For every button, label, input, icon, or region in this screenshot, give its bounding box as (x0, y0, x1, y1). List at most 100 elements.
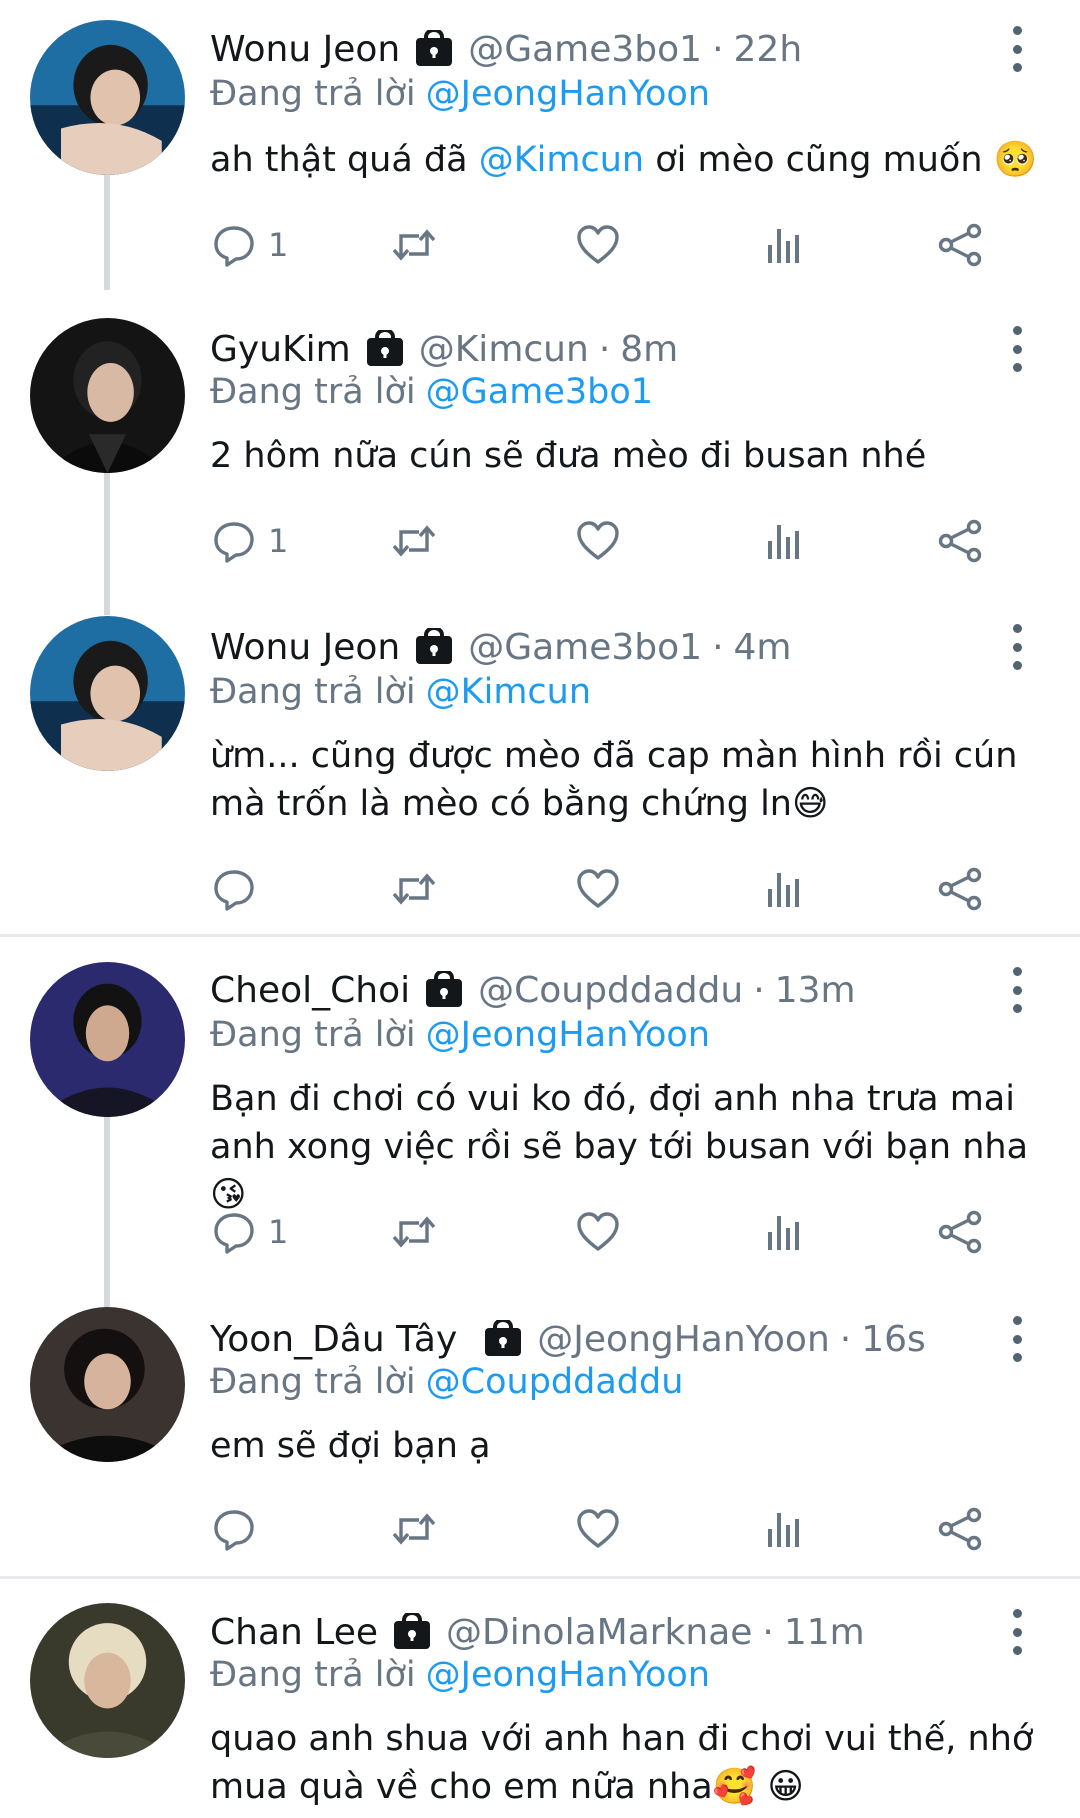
lock-icon (394, 1613, 430, 1649)
views-button[interactable] (760, 1502, 808, 1556)
like-button[interactable] (574, 1205, 622, 1259)
views-button[interactable] (760, 218, 808, 272)
tweet[interactable]: Cheol_Choi @Coupddaddu · 13m Đang trả lờ… (0, 937, 1080, 1282)
retweet-button[interactable] (390, 1502, 438, 1556)
reply-button[interactable] (210, 1502, 268, 1556)
timestamp[interactable]: 16s (861, 1319, 926, 1360)
reply-mention[interactable]: @Game3bo1 (426, 372, 653, 412)
share-button[interactable] (936, 862, 984, 916)
replying-to: Đang trả lời @Game3bo1 (210, 372, 653, 412)
user-handle[interactable]: @DinolaMarknae (446, 1612, 752, 1653)
separator: · (762, 1611, 774, 1653)
more-vertical-icon[interactable] (1006, 326, 1028, 372)
replying-to: Đang trả lời @JeongHanYoon (210, 74, 710, 114)
tweet[interactable]: Chan Lee @DinolaMarknae · 11m Đang trả l… (0, 1579, 1080, 1818)
separator: · (712, 626, 724, 668)
replying-label: Đang trả lời (210, 672, 416, 712)
timestamp[interactable]: 8m (620, 329, 678, 370)
share-button[interactable] (936, 218, 984, 272)
user-handle[interactable]: @Coupddaddu (478, 970, 743, 1011)
reply-icon (214, 522, 254, 563)
views-button[interactable] (760, 514, 808, 568)
avatar[interactable] (30, 1603, 185, 1758)
tweet[interactable]: GyuKim @Kimcun · 8m Đang trả lời @Game3bo… (0, 300, 1080, 600)
more-vertical-icon[interactable] (1006, 624, 1028, 670)
lock-icon (416, 30, 453, 66)
share-button[interactable] (936, 1205, 984, 1259)
heart-icon (577, 1212, 619, 1251)
reply-mention[interactable]: @Coupddaddu (426, 1362, 684, 1402)
tweet[interactable]: Wonu Jeon @Game3bo1 · 4m Đang trả lời @Ki… (0, 600, 1080, 935)
reply-button[interactable]: 1 (210, 1205, 288, 1259)
share-icon (938, 1210, 982, 1254)
tweet[interactable]: Yoon_Dâu Tây @JeongHanYoon · 16s Đang tr… (0, 1282, 1080, 1577)
reply-button[interactable]: 1 (210, 218, 288, 272)
reply-mention[interactable]: @JeongHanYoon (426, 74, 710, 114)
retweet-button[interactable] (390, 1205, 438, 1259)
replying-label: Đang trả lời (210, 1362, 416, 1402)
replying-to: Đang trả lời @JeongHanYoon (210, 1655, 710, 1695)
like-button[interactable] (574, 862, 622, 916)
reply-mention[interactable]: @Kimcun (426, 672, 591, 712)
tweet-header: Cheol_Choi @Coupddaddu · 13m (210, 967, 856, 1013)
timestamp[interactable]: 4m (734, 627, 792, 668)
heart-icon (577, 225, 619, 264)
tweet-text: ah thật quá đã @Kimcun ơi mèo cũng muốn … (210, 136, 1050, 184)
tweet-header: Wonu Jeon @Game3bo1 · 22h (210, 26, 802, 72)
timestamp[interactable]: 11m (784, 1612, 865, 1653)
tweet-text: em sẽ đợi bạn ạ (210, 1426, 491, 1466)
like-button[interactable] (574, 1502, 622, 1556)
display-name[interactable]: Chan Lee (210, 1612, 378, 1653)
share-icon (938, 867, 982, 911)
retweet-button[interactable] (390, 218, 438, 272)
reply-button[interactable] (210, 862, 268, 916)
heart-icon (577, 521, 619, 560)
more-vertical-icon[interactable] (1006, 1316, 1028, 1362)
tweet-header: Yoon_Dâu Tây @JeongHanYoon · 16s (210, 1316, 926, 1362)
more-vertical-icon[interactable] (1006, 26, 1028, 72)
lock-icon (485, 1320, 522, 1356)
more-vertical-icon[interactable] (1006, 967, 1028, 1013)
avatar[interactable] (30, 20, 185, 175)
reply-mention[interactable]: @JeongHanYoon (426, 1015, 710, 1055)
replying-label: Đang trả lời (210, 372, 416, 412)
avatar[interactable] (30, 318, 185, 473)
display-name[interactable]: Wonu Jeon (210, 627, 400, 668)
share-button[interactable] (936, 514, 984, 568)
separator: · (712, 28, 724, 70)
tweet[interactable]: Wonu Jeon @Game3bo1 · 22h Đang trả lời @J… (0, 0, 1080, 300)
action-bar (210, 1502, 1030, 1556)
display-name[interactable]: GyuKim (210, 329, 351, 370)
tweet-text: ừm... cũng được mèo đã cap màn hình rồi … (210, 736, 1018, 824)
retweet-button[interactable] (390, 514, 438, 568)
separator: · (753, 969, 765, 1011)
replying-to: Đang trả lời @JeongHanYoon (210, 1015, 710, 1055)
views-button[interactable] (760, 1205, 808, 1259)
views-button[interactable] (760, 862, 808, 916)
avatar[interactable] (30, 1307, 185, 1462)
share-button[interactable] (936, 1502, 984, 1556)
replying-to: Đang trả lời @Kimcun (210, 672, 591, 712)
display-name[interactable]: Wonu Jeon (210, 29, 400, 70)
text-mention[interactable]: @Kimcun (479, 140, 644, 180)
user-handle[interactable]: @Kimcun (419, 329, 589, 370)
display-name[interactable]: Cheol_Choi (210, 970, 410, 1011)
user-handle[interactable]: @Game3bo1 (468, 29, 702, 70)
retweet-button[interactable] (390, 862, 438, 916)
analytics-icon (768, 873, 799, 907)
reply-mention[interactable]: @JeongHanYoon (426, 1655, 710, 1695)
reply-button[interactable]: 1 (210, 514, 288, 568)
timestamp[interactable]: 13m (775, 970, 856, 1011)
like-button[interactable] (574, 514, 622, 568)
like-button[interactable] (574, 218, 622, 272)
share-icon (938, 519, 982, 563)
display-name[interactable]: Yoon_Dâu Tây (210, 1319, 457, 1360)
timestamp[interactable]: 22h (734, 29, 803, 70)
more-vertical-icon[interactable] (1006, 1609, 1028, 1655)
action-bar (210, 862, 1030, 916)
avatar[interactable] (30, 962, 185, 1117)
user-handle[interactable]: @Game3bo1 (468, 627, 702, 668)
avatar[interactable] (30, 616, 185, 771)
retweet-icon (392, 229, 436, 261)
user-handle[interactable]: @JeongHanYoon (537, 1319, 829, 1360)
